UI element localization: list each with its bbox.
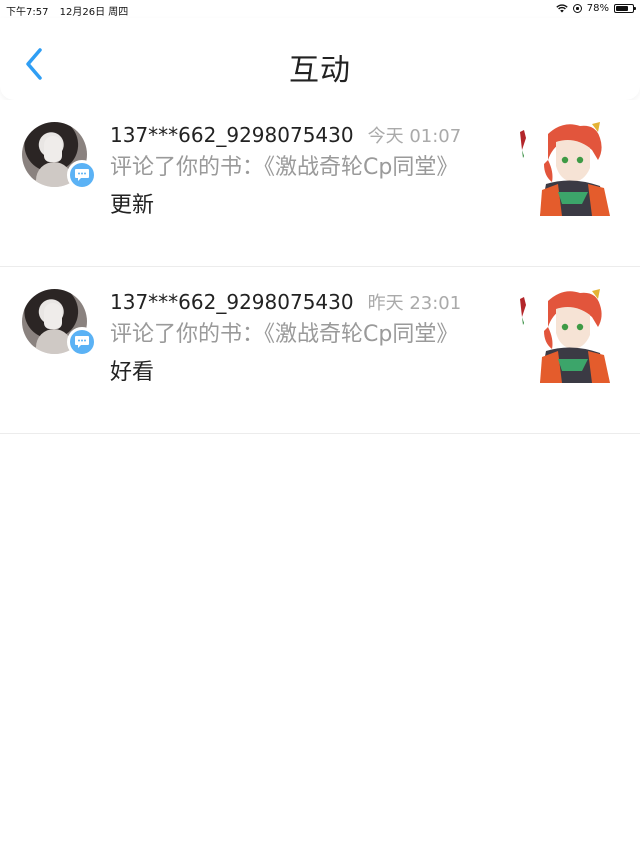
comment-icon [67,160,97,190]
status-left: 下午7:57 12月26日 周四 [6,3,136,18]
battery-percent: 78% [586,3,609,14]
item-content: 137***662_9298075430 今天 01:07 评论了你的书：《激战… [110,122,470,219]
username[interactable]: 137***662_9298075430 [110,290,354,314]
comment-icon [67,327,97,357]
book-thumbnail[interactable] [518,287,618,387]
orientation-lock-icon [572,4,582,13]
item-description[interactable]: 评论了你的书：《激战奇轮Cp同堂》 [110,154,460,181]
nav-bar: 互动 [0,18,640,100]
status-time: 下午7:57 [6,7,49,18]
list-item[interactable]: 137***662_9298075430 昨天 23:01 评论了你的书：《激战… [0,267,640,434]
comment-text: 好看 [110,360,155,385]
list-item[interactable]: 137***662_9298075430 今天 01:07 评论了你的书：《激战… [0,100,640,267]
timestamp: 昨天 23:01 [367,293,462,314]
book-cover-image [520,289,610,383]
avatar-wrap[interactable] [22,289,97,359]
battery-fill [616,6,629,11]
status-bar: 下午7:57 12月26日 周四 78% [0,0,640,18]
item-meta: 137***662_9298075430 今天 01:07 [110,122,470,148]
avatar-wrap[interactable] [22,122,97,192]
timestamp: 今天 01:07 [367,126,462,147]
interaction-list: 137***662_9298075430 今天 01:07 评论了你的书：《激战… [0,100,640,434]
book-cover-image [520,122,610,216]
comment-text: 更新 [110,193,155,218]
page-title: 互动 [289,53,351,88]
wifi-icon [556,4,568,13]
username[interactable]: 137***662_9298075430 [110,123,354,147]
battery-icon [614,4,636,13]
item-meta: 137***662_9298075430 昨天 23:01 [110,289,470,315]
status-right: 78% [556,3,636,14]
item-description[interactable]: 评论了你的书：《激战奇轮Cp同堂》 [110,321,460,348]
status-date: 12月26日 周四 [59,7,129,18]
book-thumbnail[interactable] [518,120,618,220]
item-content: 137***662_9298075430 昨天 23:01 评论了你的书：《激战… [110,289,470,386]
